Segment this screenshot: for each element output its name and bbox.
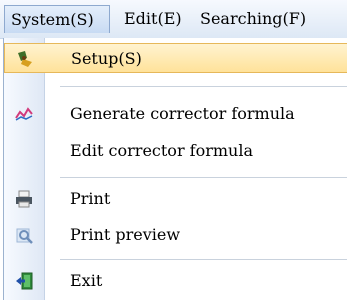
- printer-icon: [14, 189, 34, 209]
- system-dropdown-menu: Setup(S) Generate corrector formula Edit…: [3, 38, 347, 300]
- menu-system[interactable]: System(S): [4, 5, 110, 33]
- menu-item-edit-corrector-formula[interactable]: Edit corrector formula: [4, 136, 347, 166]
- print-preview-icon: [14, 225, 34, 245]
- menu-item-label: Exit: [70, 271, 103, 290]
- exit-icon: [14, 271, 34, 291]
- menu-item-label: Print preview: [70, 225, 181, 244]
- menu-item-setup[interactable]: Setup(S): [4, 43, 347, 73]
- chart-icon: [14, 104, 34, 124]
- menu-item-label: Generate corrector formula: [70, 104, 295, 123]
- menu-separator: [60, 259, 347, 260]
- menu-item-label: Edit corrector formula: [70, 141, 254, 160]
- menu-item-label: Setup(S): [71, 49, 142, 68]
- menu-separator: [60, 86, 347, 87]
- menu-item-exit[interactable]: Exit: [4, 266, 347, 296]
- menu-icon-column: [4, 38, 45, 300]
- menu-separator: [60, 177, 347, 178]
- menu-item-generate-corrector-formula[interactable]: Generate corrector formula: [4, 99, 347, 129]
- setup-icon: [15, 49, 35, 69]
- menu-item-print[interactable]: Print: [4, 184, 347, 214]
- menu-searching[interactable]: Searching(F): [194, 5, 312, 33]
- menu-bar: System(S) Edit(E) Searching(F): [0, 0, 347, 39]
- menu-item-print-preview[interactable]: Print preview: [4, 220, 347, 250]
- menu-edit[interactable]: Edit(E): [118, 5, 188, 33]
- menu-item-label: Print: [70, 189, 111, 208]
